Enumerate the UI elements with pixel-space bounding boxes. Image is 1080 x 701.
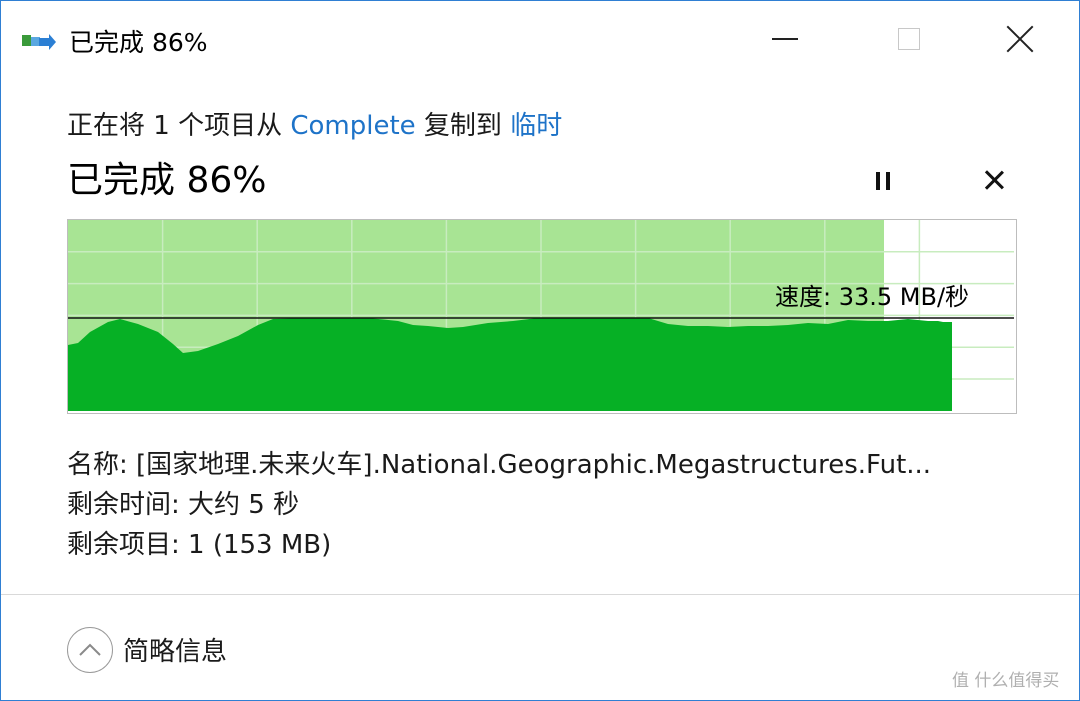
- pause-icon-bar: [886, 172, 890, 190]
- copy-prefix: 正在将 1 个项目从: [67, 111, 283, 141]
- pause-icon-bar: [876, 172, 880, 190]
- close-icon: [1006, 25, 1034, 53]
- minimize-icon: [772, 38, 798, 40]
- copy-transfer-icon: [22, 34, 56, 50]
- speed-graph-canvas: [68, 220, 1014, 411]
- close-button[interactable]: [964, 1, 1076, 77]
- copy-dialog-window: 已完成 86% 正在将 1 个项目从 Complete 复制到 临时 已完成 8…: [0, 0, 1080, 701]
- maximize-button[interactable]: [853, 1, 965, 77]
- speed-label: 速度: 33.5 MB/秒: [775, 283, 970, 311]
- file-name: 名称: [国家地理.未来火车].National.Geographic.Mega…: [67, 450, 932, 480]
- time-remaining: 剩余时间: 大约 5 秒: [67, 490, 300, 520]
- cancel-copy-button[interactable]: [979, 165, 1009, 195]
- title-bar[interactable]: 已完成 86%: [1, 1, 1079, 77]
- watermark-text: 值 什么值得买: [952, 671, 1060, 691]
- fewer-details-label[interactable]: 简略信息: [123, 631, 227, 668]
- destination-folder-link[interactable]: 临时: [510, 111, 562, 141]
- copy-middle: 复制到: [423, 111, 502, 141]
- pause-button[interactable]: [867, 165, 899, 197]
- window-title: 已完成 86%: [69, 28, 208, 57]
- collapse-details-button[interactable]: [67, 627, 113, 673]
- copy-description: 正在将 1 个项目从 Complete 复制到 临时: [67, 105, 562, 142]
- chevron-up-icon: [79, 643, 101, 656]
- footer-divider: [1, 594, 1079, 595]
- transfer-speed-graph: [67, 219, 1017, 414]
- progress-heading: 已完成 86%: [67, 160, 267, 201]
- minimize-button[interactable]: [729, 1, 841, 77]
- maximize-icon: [898, 28, 920, 50]
- source-folder-link[interactable]: Complete: [290, 111, 415, 141]
- items-remaining: 剩余项目: 1 (153 MB): [67, 530, 332, 560]
